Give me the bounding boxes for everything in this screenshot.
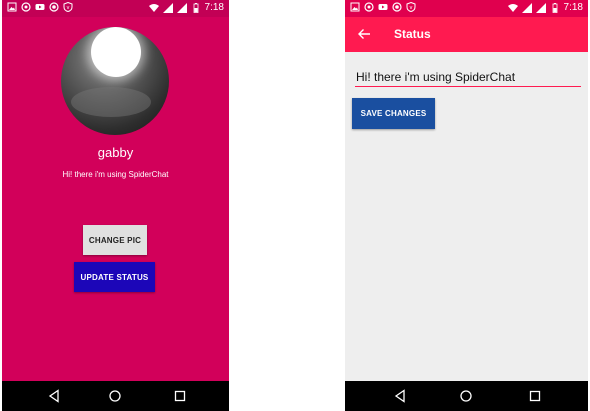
- shield-notification-icon: v: [406, 2, 416, 12]
- clock: 7:18: [563, 2, 583, 13]
- image-notification-icon: [7, 2, 17, 12]
- recent-apps-nav-icon[interactable]: [173, 389, 187, 403]
- svg-text:v: v: [67, 5, 70, 11]
- back-nav-icon[interactable]: [47, 389, 61, 403]
- profile-screen: v 7:18 gabby Hi! there i'm using SpiderC…: [2, 0, 229, 411]
- profile-avatar[interactable]: [61, 27, 169, 135]
- clock: 7:18: [204, 2, 224, 13]
- avatar-moon: [91, 27, 141, 77]
- battery-icon: [552, 3, 557, 13]
- youtube-notification-icon: [378, 4, 388, 10]
- back-nav-icon[interactable]: [393, 389, 407, 403]
- image-notification-icon: [350, 2, 360, 12]
- record-notification-icon: [49, 2, 59, 12]
- whatsapp-notification-icon: [364, 2, 374, 12]
- status-bar: v 7:18: [345, 0, 588, 17]
- profile-name: gabby: [97, 145, 134, 160]
- whatsapp-notification-icon: [21, 2, 31, 12]
- change-pic-button[interactable]: CHANGE PIC: [83, 225, 147, 255]
- avatar-cloud: [71, 87, 151, 117]
- profile-status-text: Hi! there i'm using SpiderChat: [62, 170, 169, 179]
- update-status-button[interactable]: UPDATE STATUS: [74, 262, 155, 292]
- signal-icon-2: [535, 3, 546, 13]
- page-title: Status: [394, 27, 431, 41]
- wifi-icon: [148, 4, 159, 12]
- battery-icon: [193, 3, 198, 13]
- svg-text:v: v: [410, 5, 413, 11]
- record-notification-icon: [392, 2, 402, 12]
- status-input[interactable]: [355, 68, 581, 87]
- wifi-icon: [507, 4, 518, 12]
- shield-notification-icon: v: [63, 2, 73, 12]
- youtube-notification-icon: [35, 4, 45, 10]
- save-changes-button[interactable]: SAVE CHANGES: [352, 98, 435, 129]
- status-screen: v 7:18 Status SAVE CHANGES: [345, 0, 588, 411]
- home-nav-icon[interactable]: [459, 389, 473, 403]
- navigation-bar: [345, 381, 588, 411]
- status-bar: v 7:18: [2, 0, 229, 17]
- navigation-bar: [2, 381, 229, 411]
- signal-icon: [521, 3, 532, 13]
- recent-apps-nav-icon[interactable]: [528, 389, 542, 403]
- back-arrow-icon[interactable]: [357, 27, 371, 41]
- home-nav-icon[interactable]: [108, 389, 122, 403]
- app-bar: Status: [345, 17, 588, 52]
- signal-icon: [162, 3, 173, 13]
- signal-icon-2: [176, 3, 187, 13]
